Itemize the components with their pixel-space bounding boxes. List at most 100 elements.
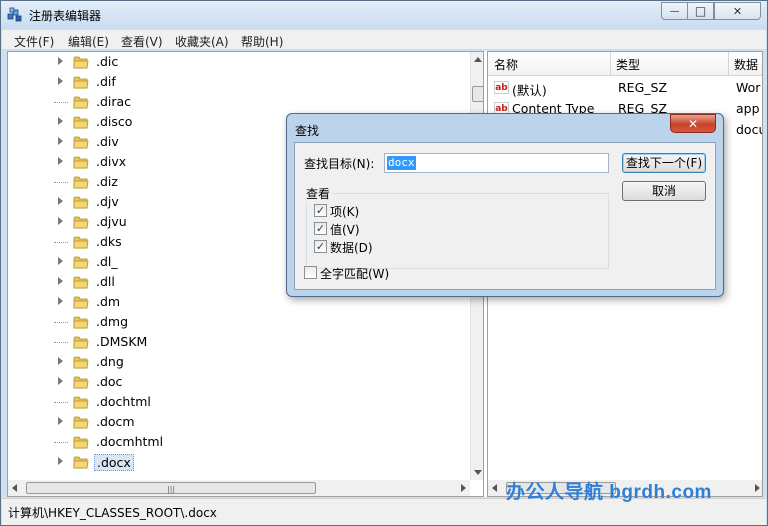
menu-edit[interactable]: 编辑(E) [68, 33, 109, 50]
scroll-right-icon[interactable] [755, 484, 760, 492]
tree-node-label[interactable]: .diz [94, 174, 120, 189]
tree-node[interactable]: .docmhtml [8, 432, 468, 452]
checkbox-values[interactable]: ✓ [314, 222, 327, 235]
tree-node-label[interactable]: .dm [94, 294, 122, 309]
tree-node[interactable]: .docx [8, 452, 468, 472]
maximize-button[interactable]: □ [687, 2, 714, 20]
tree-node-label[interactable]: .dng [94, 354, 126, 369]
column-name-header[interactable]: 名称 [494, 56, 518, 73]
column-data-header[interactable]: 数据 [734, 56, 758, 73]
expand-arrow-icon[interactable] [58, 417, 63, 425]
tree-node-label[interactable]: .dif [94, 74, 118, 89]
tree-connector [54, 402, 68, 403]
folder-icon [73, 196, 89, 209]
tree-node-label[interactable]: .docm [94, 414, 137, 429]
tree-node-label[interactable]: .dks [94, 234, 124, 249]
list-header: 名称 类型 数据 [488, 52, 762, 76]
tree-connector [54, 182, 68, 183]
tree-node-label[interactable]: .divx [94, 154, 128, 169]
find-next-button[interactable]: 查找下一个(F) [622, 153, 706, 173]
minimize-button[interactable]: — [661, 2, 688, 20]
column-divider[interactable] [610, 52, 611, 76]
tree-node[interactable]: .dng [8, 352, 468, 372]
column-divider[interactable] [728, 52, 729, 76]
tree-node-label[interactable]: .dl_ [94, 254, 120, 269]
scroll-down-icon[interactable] [474, 470, 482, 475]
option-keys-label: 项(K) [330, 205, 360, 219]
menu-help[interactable]: 帮助(H) [241, 33, 283, 50]
tree-node[interactable]: .dmg [8, 312, 468, 332]
checkbox-data[interactable]: ✓ [314, 240, 327, 253]
cancel-button[interactable]: 取消 [622, 181, 706, 201]
expand-arrow-icon[interactable] [58, 257, 63, 265]
tree-hscroll-thumb[interactable]: ||| [26, 482, 316, 494]
tree-node[interactable]: .docm [8, 412, 468, 432]
expand-arrow-icon[interactable] [58, 357, 63, 365]
find-what-input[interactable]: docx [384, 153, 609, 173]
close-button[interactable]: ✕ [714, 2, 761, 20]
option-data-label: 数据(D) [330, 241, 373, 255]
value-name: (默认) [512, 83, 547, 98]
expand-arrow-icon[interactable] [58, 77, 63, 85]
tree-horizontal-scrollbar[interactable]: ||| [8, 480, 470, 496]
tree-node-label[interactable]: .dmg [94, 314, 130, 329]
menu-file[interactable]: 文件(F) [14, 33, 54, 50]
column-type-header[interactable]: 类型 [616, 56, 640, 73]
expand-arrow-icon[interactable] [58, 197, 63, 205]
expand-arrow-icon[interactable] [58, 57, 63, 65]
scroll-left-icon[interactable] [492, 484, 497, 492]
string-value-icon: ab [494, 81, 509, 94]
tree-node-label[interactable]: .docmhtml [94, 434, 165, 449]
tree-node-label[interactable]: .dirac [94, 94, 133, 109]
tree-connector [54, 322, 68, 323]
tree-node[interactable]: .dochtml [8, 392, 468, 412]
find-dialog-close-button[interactable]: ✕ [670, 114, 716, 133]
expand-arrow-icon[interactable] [58, 117, 63, 125]
tree-node-label[interactable]: .docx [94, 454, 134, 471]
tree-node-label[interactable]: .div [94, 134, 121, 149]
tree-node-label[interactable]: .djvu [94, 214, 129, 229]
tree-node[interactable]: .dif [8, 72, 468, 92]
expand-arrow-icon[interactable] [58, 297, 63, 305]
tree-node-label[interactable]: .dochtml [94, 394, 153, 409]
close-icon: ✕ [687, 116, 699, 131]
value-data: Wor [736, 80, 761, 95]
menu-view[interactable]: 查看(V) [121, 33, 163, 50]
folder-icon [73, 56, 89, 69]
tree-node[interactable]: .dirac [8, 92, 468, 112]
expand-arrow-icon[interactable] [58, 457, 63, 465]
tree-node-label[interactable]: .disco [94, 114, 134, 129]
tree-node-label[interactable]: .dic [94, 54, 120, 69]
menu-favorites[interactable]: 收藏夹(A) [175, 33, 229, 50]
value-row[interactable]: ab (默认) REG_SZ Wor [488, 78, 762, 98]
tree-node[interactable]: .DMSKM [8, 332, 468, 352]
scroll-up-icon[interactable] [474, 57, 482, 62]
tree-scroll-thumb[interactable] [472, 86, 483, 102]
title-bar: 注册表编辑器 — □ ✕ [1, 1, 767, 29]
checkbox-keys[interactable]: ✓ [314, 204, 327, 217]
registry-app-icon [7, 7, 22, 22]
tree-node[interactable]: .dic [8, 52, 468, 72]
tree-node-label[interactable]: .DMSKM [94, 334, 149, 349]
folder-icon [73, 376, 89, 389]
tree-node[interactable]: .doc [8, 372, 468, 392]
find-what-label: 查找目标(N): [304, 157, 375, 171]
scroll-right-icon[interactable] [461, 484, 466, 492]
find-what-value[interactable]: docx [387, 156, 416, 170]
tree-node-label[interactable]: .doc [94, 374, 124, 389]
expand-arrow-icon[interactable] [58, 217, 63, 225]
scroll-left-icon[interactable] [12, 484, 17, 492]
expand-arrow-icon[interactable] [58, 157, 63, 165]
folder-icon [73, 456, 89, 469]
checkbox-match-whole[interactable] [304, 266, 317, 279]
value-data: docu [736, 122, 762, 137]
tree-node-label[interactable]: .djv [94, 194, 121, 209]
expand-arrow-icon[interactable] [58, 377, 63, 385]
folder-icon [73, 356, 89, 369]
registry-editor-window: 注册表编辑器 — □ ✕ 文件(F) 编辑(E) 查看(V) 收藏夹(A) 帮助… [0, 0, 768, 526]
tree-node-label[interactable]: .dll [94, 274, 117, 289]
expand-arrow-icon[interactable] [58, 137, 63, 145]
option-match-whole-label: 全字匹配(W) [320, 267, 390, 281]
expand-arrow-icon[interactable] [58, 277, 63, 285]
folder-icon [73, 136, 89, 149]
